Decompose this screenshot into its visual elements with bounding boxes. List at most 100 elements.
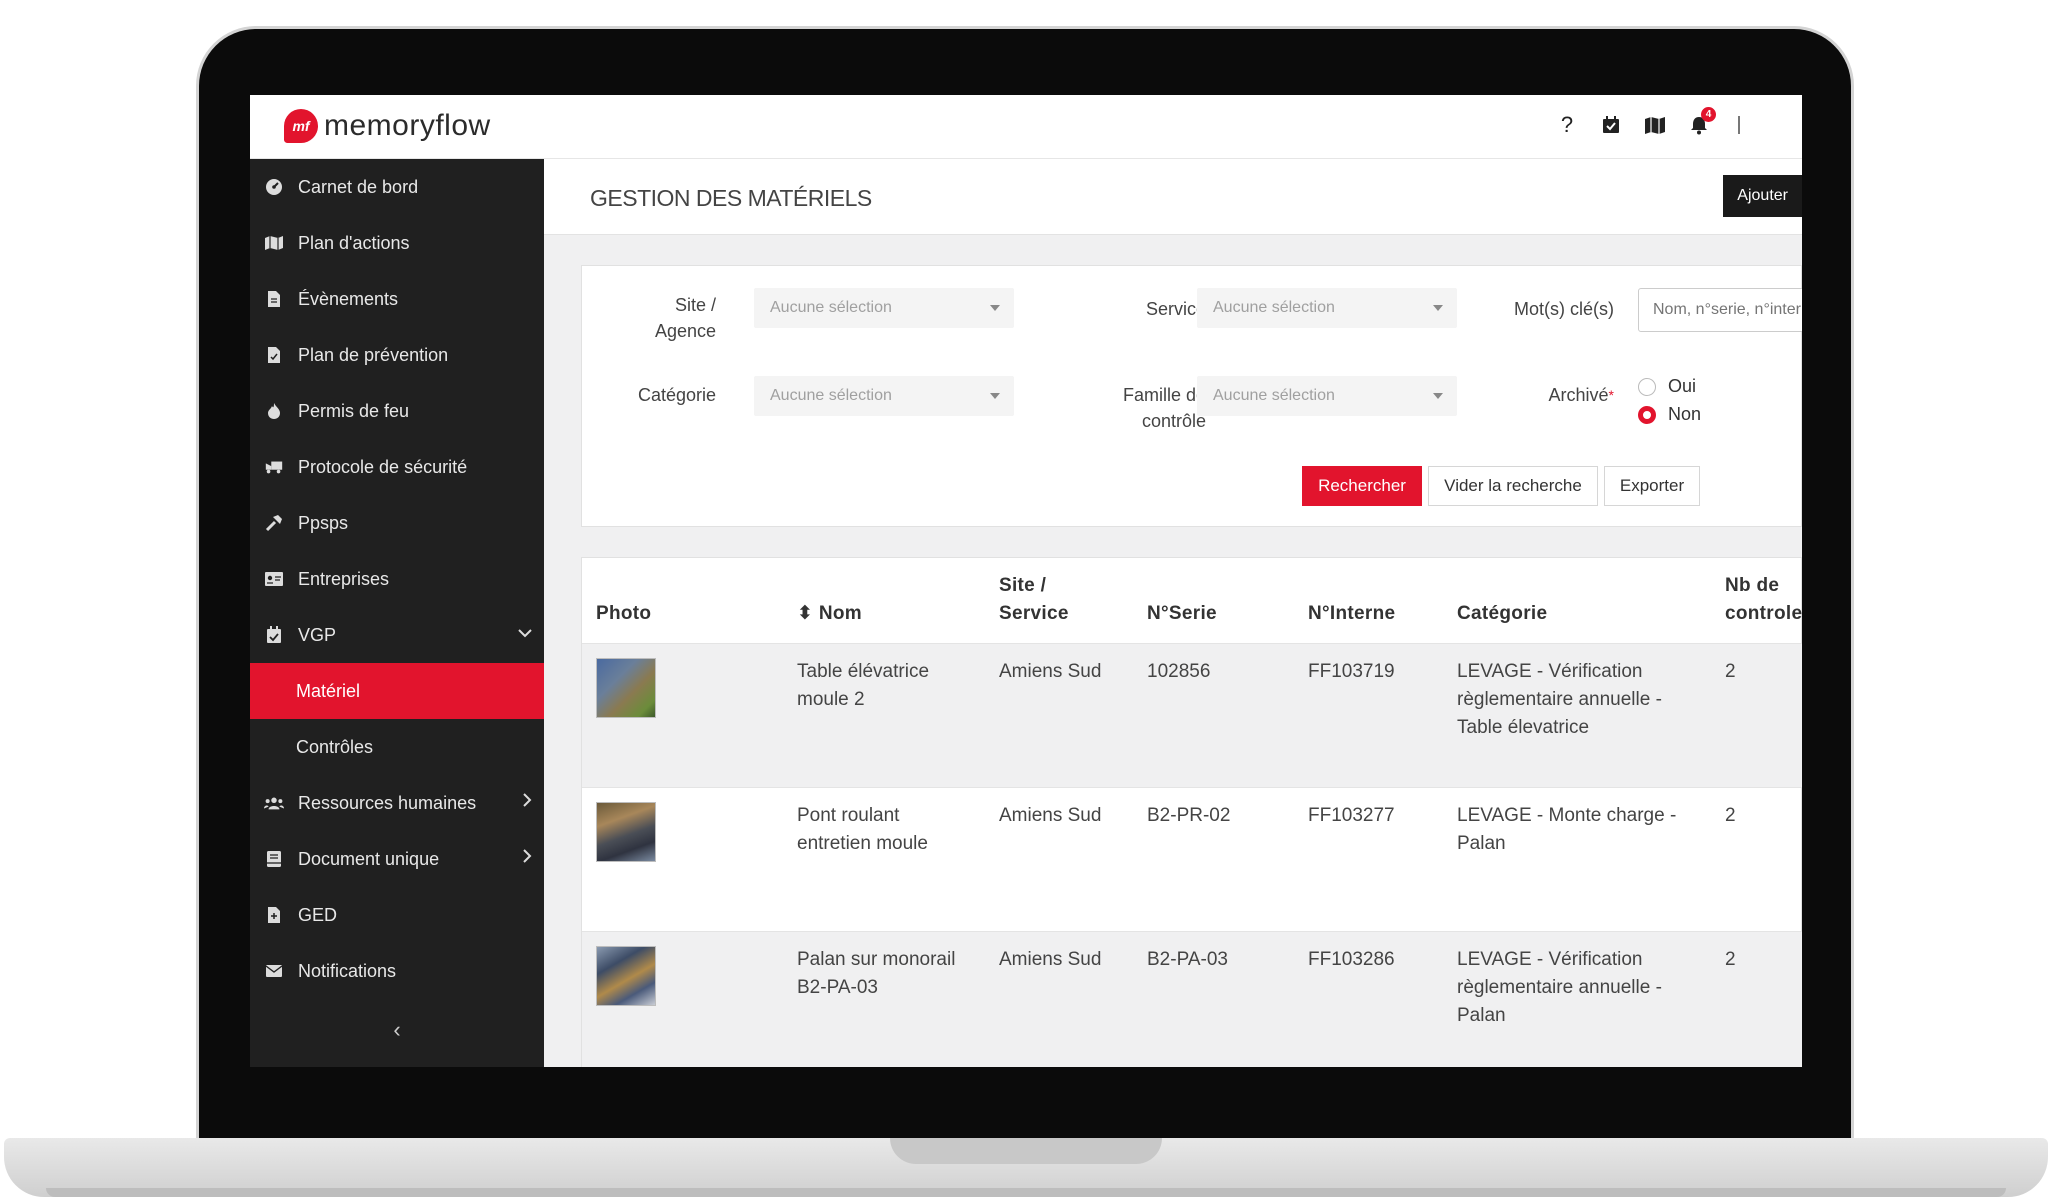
table-row[interactable]: Table élévatrice moule 2 Amiens Sud 1028… <box>582 644 1802 788</box>
cell-line: Table élévatrice <box>797 661 930 682</box>
site-agence-select[interactable]: Aucune sélection <box>754 288 1014 328</box>
sidebar-item-plan-prevention[interactable]: Plan de prévention <box>250 327 544 383</box>
sidebar-item-controles[interactable]: Contrôles <box>250 719 544 775</box>
sidebar-item-notifications[interactable]: Notifications <box>250 943 544 999</box>
collapse-sidebar-button[interactable]: ‹ <box>382 1015 412 1045</box>
cell-line: Palan <box>1457 1005 1506 1026</box>
select-placeholder: Aucune sélection <box>770 387 892 404</box>
radio-unchecked-icon[interactable] <box>1638 377 1656 396</box>
cell-site: Amiens Sud <box>999 805 1102 826</box>
cell-nb-controles: 2 <box>1725 661 1736 682</box>
equipment-photo[interactable] <box>596 946 656 1006</box>
header-toolbar: ? 4 <box>1556 107 1740 137</box>
logo-text: memoryflow <box>324 109 491 142</box>
cell-line: Palan <box>1457 833 1506 854</box>
equipment-photo[interactable] <box>596 658 656 718</box>
cell-categorie: LEVAGE - Vérification règlementaire annu… <box>1457 946 1662 1030</box>
keywords-label: Mot(s) clé(s) <box>1514 299 1614 319</box>
sidebar: Carnet de bord Plan d'actions Évènements… <box>250 159 544 1067</box>
cell-categorie: LEVAGE - Vérification règlementaire annu… <box>1457 658 1662 742</box>
laptop-notch <box>890 1138 1162 1164</box>
calendar-icon[interactable] <box>1600 113 1622 137</box>
cell-line: LEVAGE - Vérification <box>1457 949 1643 970</box>
famille-controle-label: Famille de contrôle <box>1082 382 1206 434</box>
book-icon <box>264 849 284 869</box>
radio-label: Oui <box>1668 376 1697 396</box>
logo[interactable]: mf memoryflow <box>284 109 491 143</box>
cell-nom: Palan sur monorail B2-PA-03 <box>797 946 955 1002</box>
sidebar-item-ressources-humaines[interactable]: Ressources humaines <box>250 775 544 831</box>
sidebar-item-evenements[interactable]: Évènements <box>250 271 544 327</box>
sidebar-item-label: Ppsps <box>298 512 349 533</box>
sidebar-item-document-unique[interactable]: Document unique <box>250 831 544 887</box>
service-select[interactable]: Aucune sélection <box>1197 288 1457 328</box>
sidebar-item-vgp[interactable]: VGP <box>250 607 544 663</box>
cell-nb-controles: 2 <box>1725 949 1736 970</box>
sidebar-item-plan-actions[interactable]: Plan d'actions <box>250 215 544 271</box>
column-header-interne: N°Interne <box>1308 603 1396 624</box>
radio-checked-icon[interactable] <box>1638 405 1656 424</box>
chevron-right-icon <box>522 793 532 812</box>
sidebar-item-ppsps[interactable]: Ppsps <box>250 495 544 551</box>
table-row[interactable]: Palan sur monorail B2-PA-03 Amiens Sud B… <box>582 932 1802 1067</box>
header-line-2: controles <box>1725 603 1802 624</box>
site-label-line-1: Site / <box>674 295 716 315</box>
column-header-serie: N°Serie <box>1147 603 1217 624</box>
add-button[interactable]: Ajouter <box>1723 175 1802 217</box>
cell-line: B2-PA-03 <box>797 977 878 998</box>
filter-panel: Site / Agence Aucune sélection Service A… <box>581 265 1802 527</box>
sidebar-item-label: GED <box>298 904 338 925</box>
keywords-input[interactable] <box>1638 288 1802 332</box>
sidebar-item-label: Document unique <box>298 848 440 869</box>
sidebar-item-permis-de-feu[interactable]: Permis de feu <box>250 383 544 439</box>
archive-label: Archivé* <box>1502 382 1614 408</box>
cell-line: entretien moule <box>797 833 928 854</box>
cell-categorie: LEVAGE - Monte charge - Palan <box>1457 802 1676 858</box>
table-row[interactable]: Pont roulant entretien moule Amiens Sud … <box>582 788 1802 932</box>
cell-interne: FF103286 <box>1308 949 1395 970</box>
sort-icon: ⬍ <box>797 603 814 624</box>
sidebar-item-carnet-de-bord[interactable]: Carnet de bord <box>250 159 544 215</box>
header-line-1: Nb de <box>1725 575 1780 596</box>
cell-site: Amiens Sud <box>999 949 1102 970</box>
help-icon[interactable]: ? <box>1556 112 1578 137</box>
bell-icon[interactable]: 4 <box>1688 107 1716 137</box>
famille-controle-select[interactable]: Aucune sélection <box>1197 376 1457 416</box>
cell-line: Palan sur monorail <box>797 949 956 970</box>
archive-option-oui[interactable]: Oui <box>1638 376 1696 397</box>
cell-line: Pont roulant <box>797 805 900 826</box>
sidebar-item-entreprises[interactable]: Entreprises <box>250 551 544 607</box>
cell-line: règlementaire annuelle - <box>1457 977 1662 998</box>
radio-label: Non <box>1668 404 1702 424</box>
equipment-photo[interactable] <box>596 802 656 862</box>
hammer-icon <box>264 513 284 533</box>
site-label-line-2: Agence <box>654 321 716 341</box>
caret-down-icon <box>990 305 1000 311</box>
document-icon <box>264 905 284 925</box>
sidebar-item-label: Matériel <box>296 680 361 701</box>
map-icon <box>264 233 284 253</box>
cell-line: LEVAGE - Monte charge - <box>1457 805 1677 826</box>
export-button[interactable]: Exporter <box>1604 466 1700 506</box>
sidebar-item-ged[interactable]: GED <box>250 887 544 943</box>
cell-line: règlementaire annuelle - <box>1457 689 1662 710</box>
famille-label-line-1: Famille de <box>1122 385 1206 405</box>
archive-option-non[interactable]: Non <box>1638 404 1701 425</box>
search-button[interactable]: Rechercher <box>1302 466 1422 506</box>
page-title: GESTION DES MATÉRIELS <box>590 185 872 211</box>
clear-search-button[interactable]: Vider la recherche <box>1428 466 1598 506</box>
laptop-shadow <box>46 1188 2006 1197</box>
cell-nom: Table élévatrice moule 2 <box>797 658 929 714</box>
calendar-check-icon <box>264 625 284 645</box>
caret-down-icon <box>990 393 1000 399</box>
cell-line: Table élevatrice <box>1457 717 1590 738</box>
categorie-select[interactable]: Aucune sélection <box>754 376 1014 416</box>
id-card-icon <box>264 569 284 589</box>
sidebar-item-label: Carnet de bord <box>298 176 419 197</box>
map-icon[interactable] <box>1644 113 1666 137</box>
sidebar-item-materiel[interactable]: Matériel <box>250 663 544 719</box>
column-header-nom[interactable]: ⬍ Nom <box>797 600 862 628</box>
app-screen: mf memoryflow ? 4 Carnet de bord Plan d'… <box>250 95 1802 1067</box>
sidebar-item-protocole-securite[interactable]: Protocole de sécurité <box>250 439 544 495</box>
truck-icon <box>264 457 284 477</box>
